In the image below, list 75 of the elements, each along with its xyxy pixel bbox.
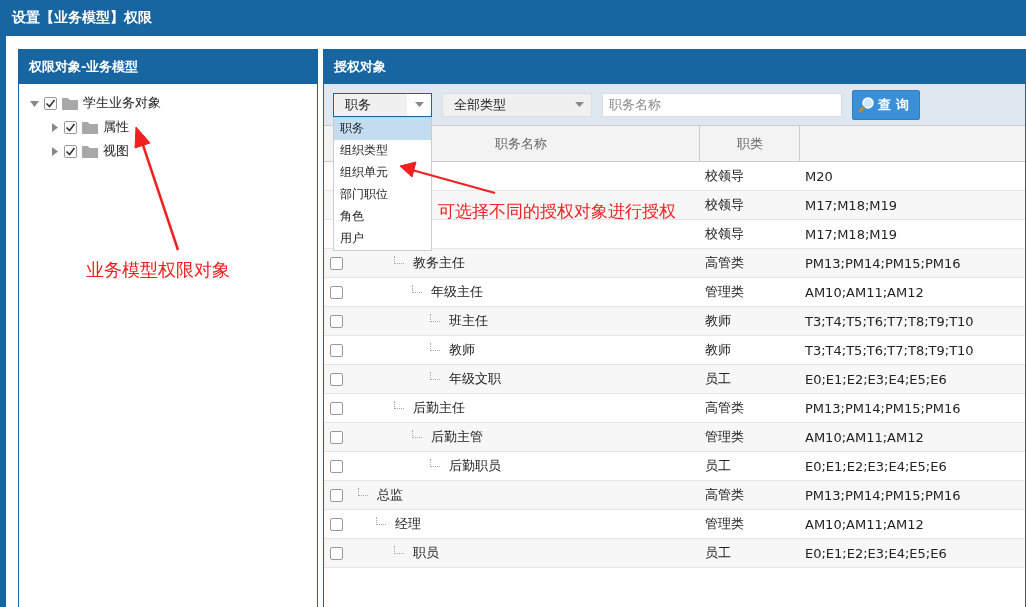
table-cell-text: 高管类 [704,399,745,417]
column-header: 职类 [700,126,800,161]
folder-icon [62,96,78,110]
table-cell-text: M17;M18;M19 [804,226,899,242]
tree-item-label[interactable]: 学生业务对象 [83,94,161,112]
tree-item-label[interactable]: 视图 [103,142,129,160]
panel-title: 权限对象-业务模型 [19,50,317,84]
table-cell-text: 高管类 [704,254,745,272]
table-cell-text: 员工 [704,457,732,475]
row-checkbox[interactable] [330,517,343,531]
table-cell-text: E0;E1;E2;E3;E4;E5;E6 [804,458,948,474]
panel-title: 授权对象 [324,50,1025,84]
expand-toggle-icon[interactable] [49,146,59,156]
search-icon [857,95,875,114]
row-checkbox[interactable] [330,546,343,560]
tree-checkbox[interactable] [44,96,57,110]
tree-checkbox[interactable] [64,120,77,134]
table-cell-text: 年级主任 [430,283,483,301]
table-cell-text: AM10;AM11;AM12 [804,284,925,300]
table-cell-text: 校领导 [704,225,745,243]
row-checkbox[interactable] [330,343,343,357]
annotation-text: 业务模型权限对象 [86,258,230,282]
row-checkbox[interactable] [330,256,343,270]
window-title: 设置【业务模型】权限 [10,8,153,27]
table-cell-text: 校领导 [704,167,745,185]
table-cell-text: E0;E1;E2;E3;E4;E5;E6 [804,371,948,387]
table-cell-text: M20 [804,168,834,184]
table-cell-text: 高管类 [704,486,745,504]
table-cell-text: 教师 [448,341,475,359]
table-cell-text: 后勤主任 [412,399,465,417]
table-cell-text: 校领导 [704,196,745,214]
table-cell-text: 职员 [412,544,439,562]
table-cell-text: 员工 [704,370,732,388]
row-checkbox[interactable] [330,488,343,502]
row-checkbox[interactable] [330,401,343,415]
expand-toggle-icon[interactable] [29,98,39,108]
category-select[interactable]: 全部类型 [442,92,592,117]
table-cell-text: 管理类 [704,515,745,533]
table-cell-text: T3;T4;T5;T6;T7;T8;T9;T10 [804,342,975,358]
dropdown-option[interactable]: 职务 [334,117,431,140]
table-cell-text: 班主任 [448,312,488,330]
table-cell-text: 年级文职 [448,370,501,388]
caret-icon [574,102,584,107]
row-checkbox[interactable] [330,372,343,386]
tree-checkbox[interactable] [64,144,77,158]
table-cell-text: AM10;AM11;AM12 [804,516,925,532]
table-cell-text: 教师 [704,312,732,330]
object-type-select[interactable]: 职务 [333,92,432,117]
table-cell-text: 管理类 [704,283,745,301]
row-checkbox[interactable] [330,285,343,299]
table-cell-text: 教务主任 [412,254,465,272]
tree-item-label[interactable]: 属性 [103,118,129,136]
table-cell-text: M17;M18;M19 [804,197,899,213]
table-cell-text: 经理 [394,515,421,533]
table-cell-text: 教师 [704,341,732,359]
table-cell-text: PM13;PM14;PM15;PM16 [804,487,962,503]
folder-icon [82,120,98,134]
table-cell-text: 员工 [704,544,732,562]
table-cell-text: AM10;AM11;AM12 [804,429,925,445]
table-cell-text: PM13;PM14;PM15;PM16 [804,400,962,416]
caret-icon [414,102,424,107]
row-checkbox[interactable] [330,314,343,328]
table-cell-text: 后勤主管 [430,428,483,446]
table-cell-text: 管理类 [704,428,745,446]
row-checkbox[interactable] [330,430,343,444]
table-cell-text: 总监 [376,486,403,504]
table-cell-text: PM13;PM14;PM15;PM16 [804,255,962,271]
annotation-text: 可选择不同的授权对象进行授权 [438,200,676,223]
table-cell-text: T3;T4;T5;T6;T7;T8;T9;T10 [804,313,975,329]
table-cell-text: E0;E1;E2;E3;E4;E5;E6 [804,545,948,561]
folder-icon [82,144,98,158]
position-name-field[interactable]: 职务名称 [602,92,842,117]
expand-toggle-icon[interactable] [49,122,59,132]
row-checkbox[interactable] [330,459,343,473]
table-cell-text: 后勤职员 [448,457,501,475]
